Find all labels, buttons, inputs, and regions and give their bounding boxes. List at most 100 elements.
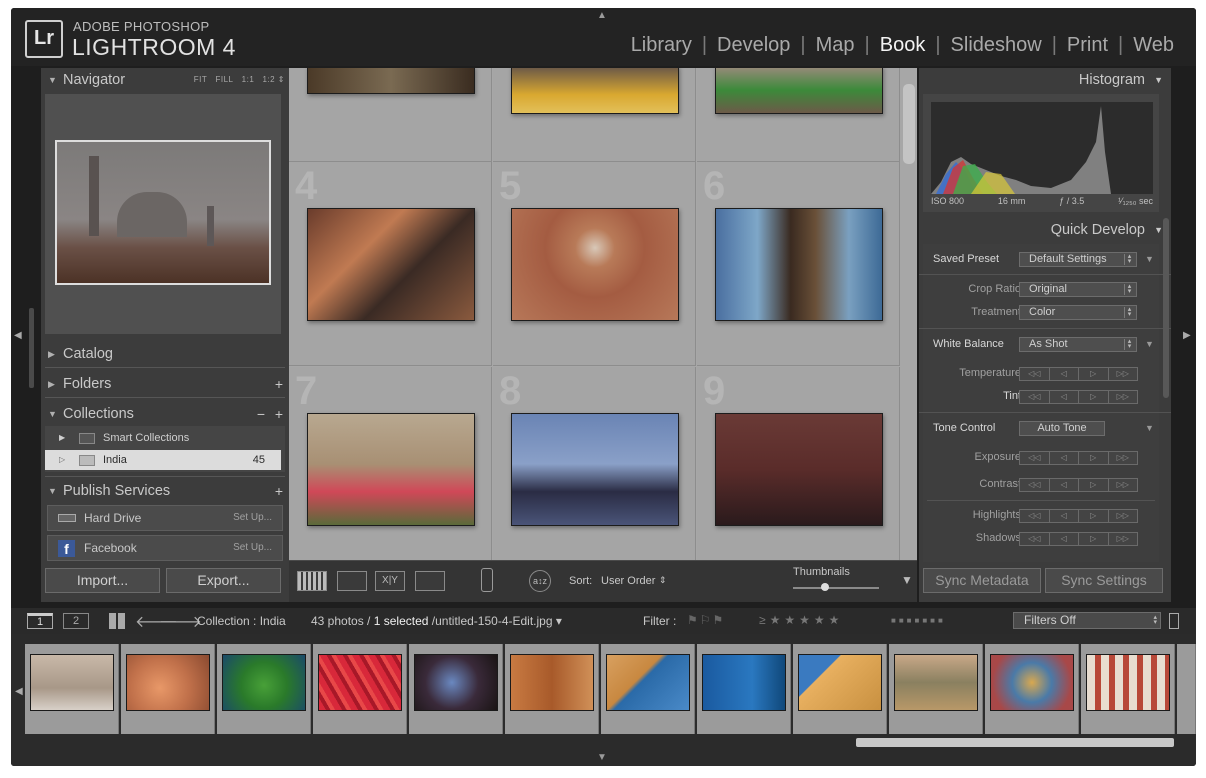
module-map[interactable]: Map xyxy=(806,34,865,57)
filmstrip-cell[interactable] xyxy=(793,644,887,734)
filmstrip-thumbnail[interactable] xyxy=(414,654,498,711)
expand-triangle-icon[interactable]: ▼ xyxy=(1145,254,1154,264)
flag-filter-icons[interactable]: ⚑⚐⚑ xyxy=(687,613,725,627)
module-develop[interactable]: Develop xyxy=(707,34,800,57)
crop-ratio-select[interactable]: Original ▴ ▾ xyxy=(1019,282,1137,297)
expand-triangle-icon[interactable]: ▶ xyxy=(59,428,65,448)
right-panel-toggle-icon[interactable]: ▶ xyxy=(1183,330,1191,341)
filmstrip-cell[interactable] xyxy=(505,644,599,734)
filmstrip-thumbnail[interactable] xyxy=(894,654,978,711)
highlights-stepper[interactable]: ◁◁ ◁ ▷ ▷▷ xyxy=(1019,509,1138,523)
slider-handle[interactable] xyxy=(821,583,829,591)
filmstrip-cell[interactable] xyxy=(217,644,311,734)
photo-thumbnail[interactable] xyxy=(511,208,679,321)
auto-tone-button[interactable]: Auto Tone xyxy=(1019,421,1105,436)
filmstrip-cell[interactable] xyxy=(409,644,503,734)
filmstrip-cell[interactable] xyxy=(1177,644,1196,734)
module-library[interactable]: Library xyxy=(621,34,702,57)
hard-drive-setup-link[interactable]: Set Up... xyxy=(233,506,272,530)
remove-collection-icon[interactable]: − xyxy=(257,402,265,426)
filter-preset-select[interactable]: Filters Off ▴ ▾ xyxy=(1013,612,1161,629)
white-balance-select[interactable]: As Shot ▴ ▾ xyxy=(1019,337,1137,352)
filmstrip-cell[interactable] xyxy=(985,644,1079,734)
filmstrip-thumbnail[interactable] xyxy=(126,654,210,711)
secondary-window-button[interactable]: 2 xyxy=(63,613,89,629)
filmstrip-cell[interactable] xyxy=(697,644,791,734)
nav-option-fit[interactable]: FIT xyxy=(194,75,208,84)
smart-collections-item[interactable]: ▶ Smart Collections xyxy=(45,428,281,448)
filmstrip-thumbnail[interactable] xyxy=(1086,654,1170,711)
filmstrip-thumbnail[interactable] xyxy=(510,654,594,711)
photo-thumbnail[interactable] xyxy=(715,208,883,321)
forward-arrow-icon[interactable]: 🡒 xyxy=(159,611,202,632)
shadows-stepper[interactable]: ◁◁ ◁ ▷ ▷▷ xyxy=(1019,532,1138,546)
compare-view-icon[interactable]: X|Y xyxy=(375,571,405,591)
filmstrip-thumbnail[interactable] xyxy=(702,654,786,711)
sort-spinner-icon[interactable]: ⇕ xyxy=(659,575,667,586)
grid-icon[interactable] xyxy=(109,613,125,629)
filmstrip-thumbnail[interactable] xyxy=(606,654,690,711)
export-button[interactable]: Export... xyxy=(166,568,281,593)
thumbnail-size-slider[interactable] xyxy=(793,583,879,591)
photo-thumbnail[interactable] xyxy=(715,413,883,526)
quick-develop-header[interactable]: Quick Develop ▼ xyxy=(919,218,1171,242)
histogram-header[interactable]: Histogram ▼ xyxy=(919,68,1171,92)
filmstrip-thumbnail[interactable] xyxy=(990,654,1074,711)
exposure-stepper[interactable]: ◁◁ ◁ ▷ ▷▷ xyxy=(1019,451,1138,465)
module-print[interactable]: Print xyxy=(1057,34,1118,57)
left-scrollbar[interactable] xyxy=(29,308,34,388)
saved-preset-select[interactable]: Default Settings ▴ ▾ xyxy=(1019,252,1137,267)
navigator-preview-image[interactable] xyxy=(55,140,271,285)
publish-facebook[interactable]: f Facebook Set Up... xyxy=(47,535,283,561)
treatment-select[interactable]: Color ▴ ▾ xyxy=(1019,305,1137,320)
filmstrip-cell[interactable] xyxy=(25,644,119,734)
photo-thumbnail[interactable] xyxy=(511,68,679,114)
navigator-header[interactable]: ▼ Navigator FIT FILL 1:1 1:2 ⇕ xyxy=(41,68,289,92)
expand-triangle-icon[interactable]: ▼ xyxy=(1145,339,1154,349)
filmstrip-cell[interactable] xyxy=(1081,644,1175,734)
publish-hard-drive[interactable]: Hard Drive Set Up... xyxy=(47,505,283,531)
photo-thumbnail[interactable] xyxy=(715,68,883,114)
photo-thumbnail[interactable] xyxy=(511,413,679,526)
expand-triangle-icon[interactable]: ▼ xyxy=(1145,423,1154,433)
filmstrip-cell[interactable] xyxy=(601,644,695,734)
temperature-stepper[interactable]: ◁◁ ◁ ▷ ▷▷ xyxy=(1019,367,1138,381)
module-slideshow[interactable]: Slideshow xyxy=(941,34,1052,57)
painter-icon[interactable] xyxy=(481,568,493,592)
primary-window-button[interactable]: 1 xyxy=(27,613,53,629)
catalog-header[interactable]: ▶ Catalog xyxy=(41,342,289,366)
star-filter-icons[interactable]: ≥★★★★★ xyxy=(759,613,843,627)
filmstrip-thumbnail[interactable] xyxy=(318,654,402,711)
grid-view-icon[interactable] xyxy=(297,571,327,591)
module-web[interactable]: Web xyxy=(1123,34,1184,57)
filter-lock-icon[interactable] xyxy=(1169,613,1179,629)
color-label-filter-icons[interactable]: ■■■■■■■ xyxy=(891,616,946,625)
module-book[interactable]: Book xyxy=(870,34,936,57)
facebook-setup-link[interactable]: Set Up... xyxy=(233,536,272,560)
photo-count-info[interactable]: 43 photos / 1 selected /untitled-150-4-E… xyxy=(311,614,562,628)
nav-option-1-1[interactable]: 1:1 xyxy=(242,75,255,84)
grid-scrollbar-thumb[interactable] xyxy=(903,84,915,164)
nav-option-1-2[interactable]: 1:2 xyxy=(262,75,275,84)
collections-header[interactable]: ▼ Collections − + xyxy=(41,402,289,426)
photo-thumbnail[interactable] xyxy=(307,68,475,94)
import-button[interactable]: Import... xyxy=(45,568,160,593)
contrast-stepper[interactable]: ◁◁ ◁ ▷ ▷▷ xyxy=(1019,478,1138,492)
filmstrip-cell[interactable] xyxy=(889,644,983,734)
right-scrollbar[interactable] xyxy=(1163,218,1169,398)
publish-services-header[interactable]: ▼ Publish Services + xyxy=(41,479,289,503)
add-publish-service-icon[interactable]: + xyxy=(275,479,283,503)
filmstrip-scrollbar-thumb[interactable] xyxy=(856,738,1174,747)
filmstrip-thumbnail[interactable] xyxy=(798,654,882,711)
sort-order-select[interactable]: User Order xyxy=(601,575,655,587)
filmstrip-thumbnail[interactable] xyxy=(222,654,306,711)
sync-settings-button[interactable]: Sync Settings xyxy=(1045,568,1163,593)
nav-option-fill[interactable]: FILL xyxy=(215,75,233,84)
filmstrip-thumbnail[interactable] xyxy=(30,654,114,711)
filmstrip-left-arrow-icon[interactable]: ◀ xyxy=(15,686,23,697)
filmstrip-cell[interactable] xyxy=(121,644,215,734)
toolbar-menu-icon[interactable]: ▼ xyxy=(901,573,913,587)
survey-view-icon[interactable] xyxy=(415,571,445,591)
photo-thumbnail[interactable] xyxy=(307,208,475,321)
add-collection-icon[interactable]: + xyxy=(275,402,283,426)
